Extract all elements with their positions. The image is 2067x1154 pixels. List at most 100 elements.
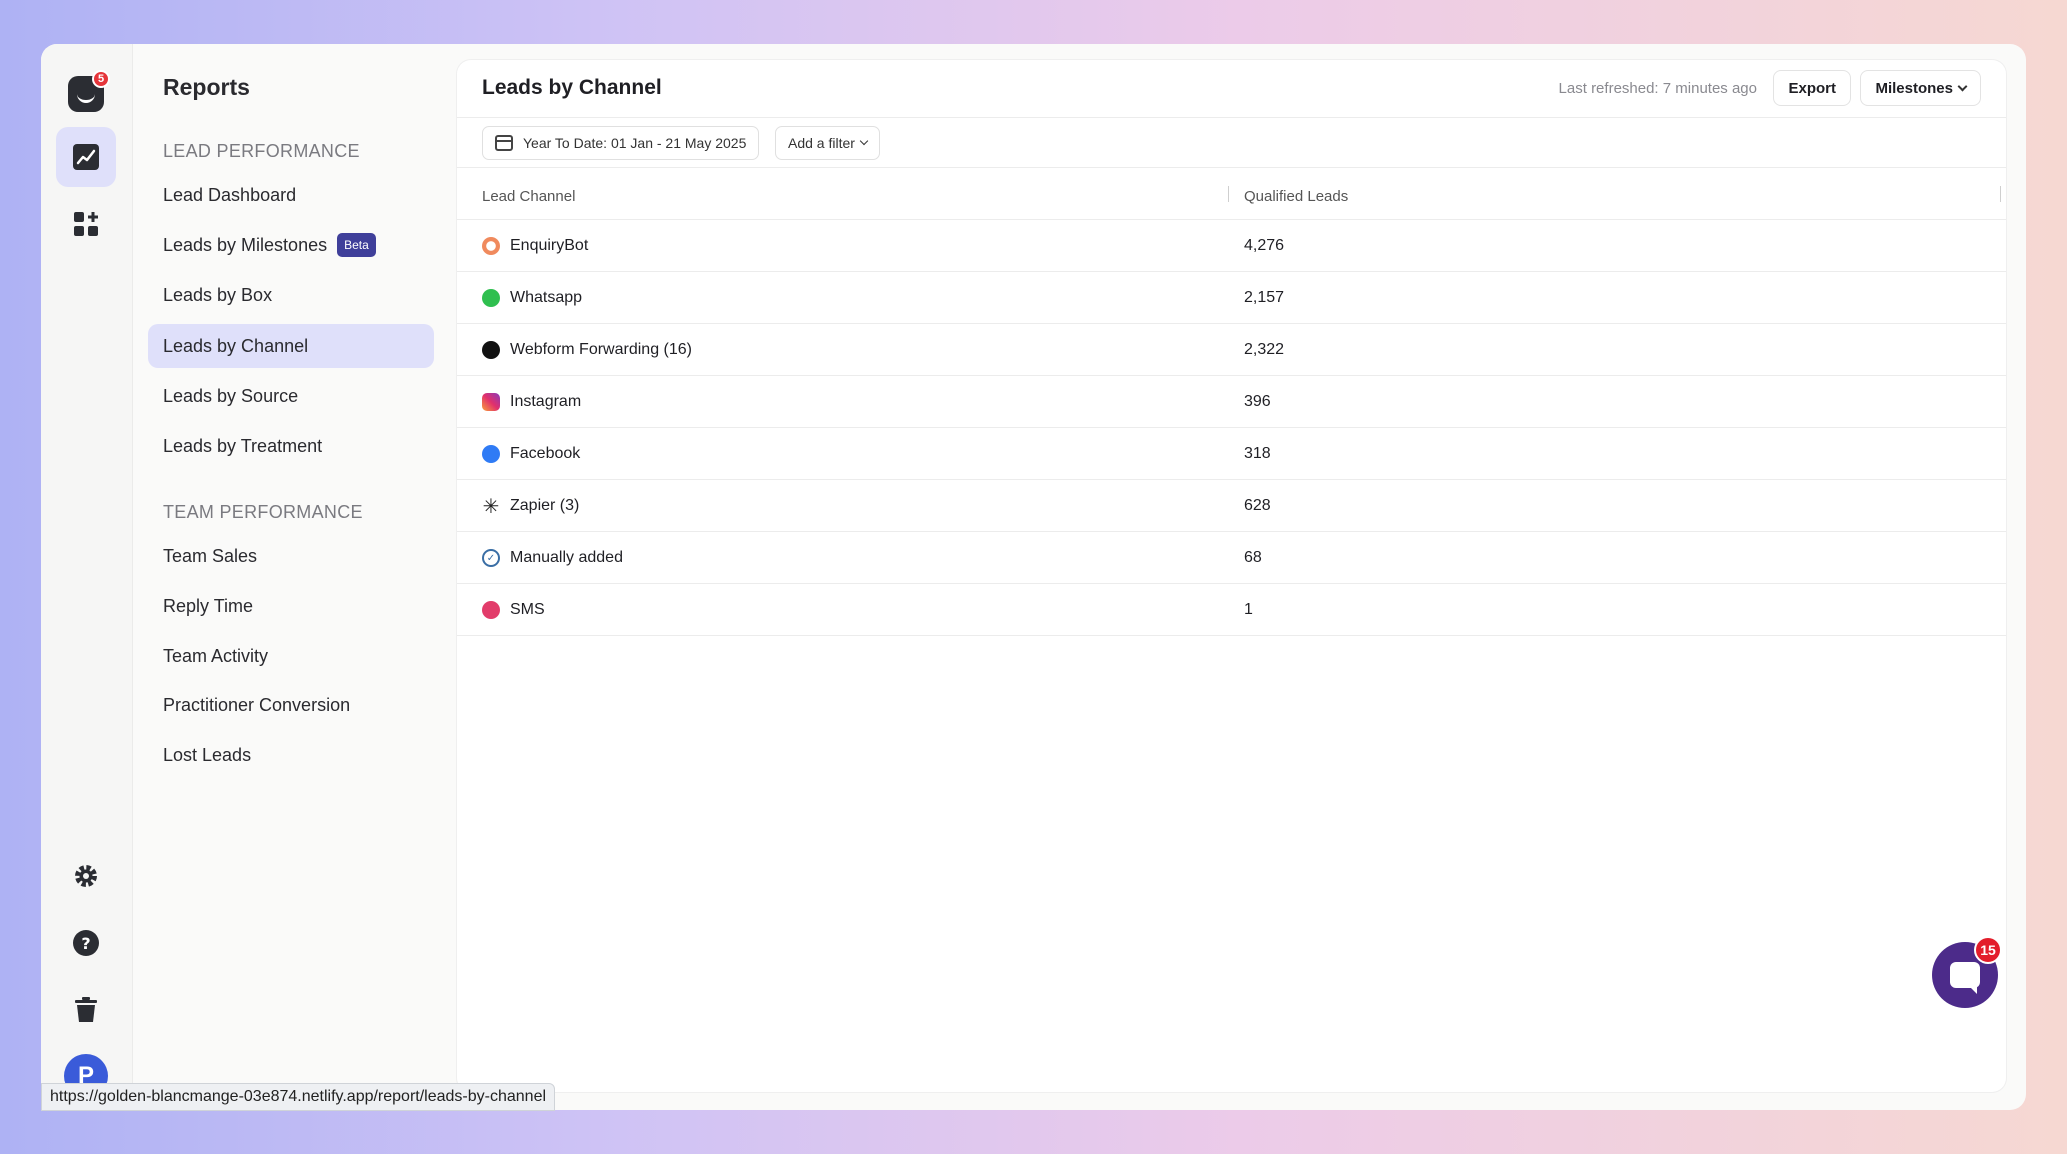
channel-name: Zapier (3) — [510, 497, 580, 514]
filter-bar: Year To Date: 01 Jan - 21 May 2025 Add a… — [457, 118, 2006, 168]
enquirybot-icon — [482, 237, 500, 255]
table-row[interactable]: ✓ Manually added 68 — [457, 532, 2006, 584]
add-filter-label: Add a filter — [788, 135, 855, 151]
report-header: Leads by Channel Last refreshed: 7 minut… — [457, 60, 2006, 118]
channel-name: Facebook — [510, 445, 581, 462]
milestones-dropdown[interactable]: Milestones — [1860, 70, 1981, 106]
rail-settings[interactable] — [56, 846, 116, 906]
channel-name: Instagram — [510, 393, 582, 410]
instagram-icon — [482, 393, 500, 411]
export-button[interactable]: Export — [1773, 70, 1851, 106]
cell-lead-channel: Whatsapp — [482, 272, 582, 324]
sidebar-item-label: Leads by Channel — [163, 335, 309, 356]
cell-lead-channel: SMS — [482, 584, 545, 636]
section-lead-performance: LEAD PERFORMANCE — [163, 141, 360, 161]
last-refreshed: Last refreshed: 7 minutes ago — [1558, 80, 1757, 97]
sidebar-item-label: Leads by Milestones — [163, 234, 328, 255]
table-row[interactable]: Instagram 396 — [457, 376, 2006, 428]
section-team-performance: TEAM PERFORMANCE — [163, 502, 363, 522]
sidebar-item-label: Leads by Source — [163, 385, 299, 406]
channel-name: Webform Forwarding (16) — [510, 341, 692, 358]
column-header-qualified-leads[interactable]: Qualified Leads — [1244, 188, 1348, 205]
help-icon: ? — [73, 930, 99, 956]
app-window: 5 ? P Reports LEAD PERFORMANCE Lead Dash… — [41, 44, 2026, 1110]
table-row[interactable]: Facebook 318 — [457, 428, 2006, 480]
chat-icon — [1950, 962, 1980, 994]
cell-qualified-leads: 1 — [1244, 601, 1253, 618]
table-row[interactable]: Webform Forwarding (16) 2,322 — [457, 324, 2006, 376]
notification-badge: 5 — [92, 70, 110, 88]
cell-lead-channel: EnquiryBot — [482, 220, 588, 272]
column-resize-handle[interactable] — [1228, 186, 1229, 202]
sidebar-item-team-activity[interactable]: Team Activity — [148, 634, 434, 678]
cell-lead-channel: Instagram — [482, 376, 581, 428]
sidebar-item-label: Reply Time — [163, 595, 254, 616]
beta-badge: Beta — [337, 233, 376, 257]
table-row[interactable]: ✳ Zapier (3) 628 — [457, 480, 2006, 532]
date-range-label: Year To Date: 01 Jan - 21 May 2025 — [523, 135, 747, 151]
add-filter-button[interactable]: Add a filter — [775, 126, 880, 160]
cell-lead-channel: Webform Forwarding (16) — [482, 324, 692, 376]
sidebar-title: Reports — [163, 74, 250, 100]
sidebar-item-reply-time[interactable]: Reply Time — [148, 584, 434, 628]
status-bar-url: https://golden-blancmange-03e874.netlify… — [41, 1083, 556, 1111]
table-row[interactable]: EnquiryBot 4,276 — [457, 220, 2006, 272]
sidebar-item-label: Leads by Treatment — [163, 435, 323, 456]
rail-apps[interactable] — [56, 194, 116, 254]
column-header-lead-channel[interactable]: Lead Channel — [482, 188, 575, 205]
svg-text:?: ? — [81, 934, 90, 953]
logo-icon: 5 — [68, 70, 110, 112]
cell-lead-channel: ✳ Zapier (3) — [482, 480, 580, 532]
icon-rail: 5 ? P — [41, 44, 133, 1110]
rail-trash[interactable] — [56, 980, 116, 1040]
cell-lead-channel: ✓ Manually added — [482, 532, 623, 584]
apps-add-icon — [74, 212, 98, 236]
date-range-filter[interactable]: Year To Date: 01 Jan - 21 May 2025 — [482, 126, 760, 160]
report-panel: Leads by Channel Last refreshed: 7 minut… — [457, 60, 2006, 1092]
table-body: EnquiryBot 4,276 Whatsapp 2,157 Webform Forw… — [457, 220, 2006, 636]
sidebar-item-label: Team Sales — [163, 545, 258, 566]
channel-name: SMS — [510, 601, 545, 618]
gear-icon — [75, 865, 97, 887]
rail-reports[interactable] — [56, 127, 116, 187]
cell-qualified-leads: 318 — [1244, 445, 1271, 462]
zapier-icon: ✳ — [482, 495, 500, 518]
cell-qualified-leads: 68 — [1244, 549, 1262, 566]
whatsapp-icon — [482, 289, 500, 307]
reports-sidebar: Reports LEAD PERFORMANCE Lead Dashboard … — [133, 44, 481, 1110]
table-row[interactable]: Whatsapp 2,157 — [457, 272, 2006, 324]
leads-table: Lead Channel Qualified Leads EnquiryBot 4… — [457, 168, 2006, 636]
sidebar-item-leads-by-source[interactable]: Leads by Source — [148, 374, 434, 418]
cell-qualified-leads: 2,157 — [1244, 289, 1285, 306]
page-title: Leads by Channel — [482, 76, 662, 99]
webform-icon — [482, 341, 500, 359]
app-logo[interactable]: 5 — [56, 64, 116, 124]
sidebar-item-lead-dashboard[interactable]: Lead Dashboard — [148, 173, 434, 217]
sidebar-item-leads-by-box[interactable]: Leads by Box — [148, 273, 434, 317]
sms-icon — [482, 601, 500, 619]
sidebar-item-label: Lead Dashboard — [163, 184, 297, 205]
sidebar-item-leads-by-channel[interactable]: Leads by Channel — [148, 324, 434, 368]
column-resize-handle[interactable] — [2000, 186, 2001, 202]
sidebar-item-leads-by-treatment[interactable]: Leads by Treatment — [148, 424, 434, 468]
check-circle-icon: ✓ — [482, 549, 500, 567]
sidebar-item-label: Team Activity — [163, 645, 269, 666]
cell-lead-channel: Facebook — [482, 428, 580, 480]
table-row[interactable]: SMS 1 — [457, 584, 2006, 636]
chart-line-icon — [73, 144, 99, 170]
cell-qualified-leads: 628 — [1244, 497, 1271, 514]
sidebar-item-leads-by-milestones[interactable]: Leads by Milestones Beta — [148, 223, 434, 267]
chat-unread-badge: 15 — [1974, 936, 2002, 964]
chevron-down-icon — [1957, 81, 1968, 91]
sidebar-item-lost-leads[interactable]: Lost Leads — [148, 733, 434, 777]
rail-help[interactable]: ? — [56, 913, 116, 973]
table-header: Lead Channel Qualified Leads — [457, 168, 2006, 220]
chat-launcher[interactable]: 15 — [1932, 936, 2002, 1008]
sidebar-item-team-sales[interactable]: Team Sales — [148, 534, 434, 578]
sidebar-item-practitioner-conversion[interactable]: Practitioner Conversion — [148, 683, 434, 727]
cell-qualified-leads: 2,322 — [1244, 341, 1285, 358]
chevron-down-icon — [859, 136, 869, 146]
channel-name: Manually added — [510, 549, 623, 566]
sidebar-item-label: Lost Leads — [163, 744, 252, 765]
channel-name: Whatsapp — [510, 289, 583, 306]
